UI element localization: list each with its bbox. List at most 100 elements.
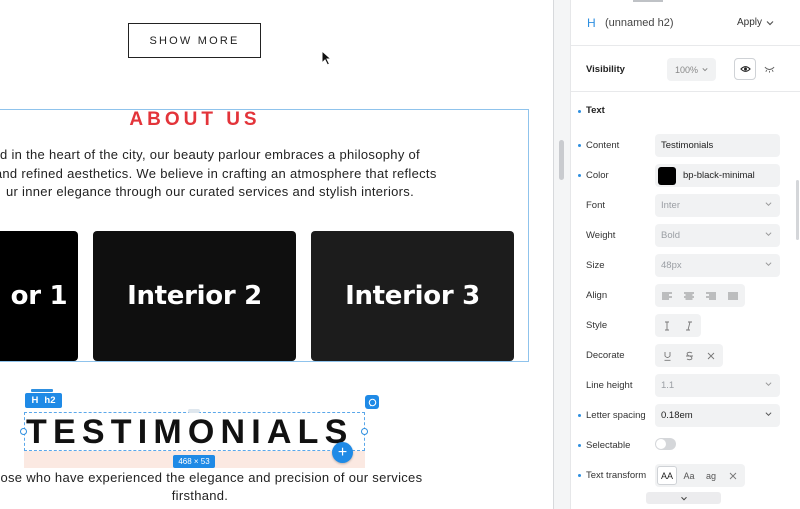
interior-card-2[interactable]: Interior 2 bbox=[93, 231, 296, 361]
section-dot bbox=[578, 110, 581, 113]
align-center-icon[interactable] bbox=[679, 286, 699, 305]
text-transform-label: Text transform bbox=[586, 470, 647, 481]
line-height-value: 1.1 bbox=[661, 380, 675, 391]
size-select[interactable]: 48px bbox=[655, 254, 780, 277]
apply-dropdown[interactable]: Apply bbox=[737, 17, 774, 28]
testimonials-paragraph[interactable]: n those who have experienced the eleganc… bbox=[0, 469, 510, 504]
set-property-dot bbox=[578, 174, 581, 177]
card-label: Interior 2 bbox=[127, 281, 262, 311]
panel-scrollbar[interactable] bbox=[796, 180, 799, 240]
element-name[interactable]: (unnamed h2) bbox=[605, 17, 674, 29]
align-left-icon[interactable] bbox=[657, 286, 677, 305]
content-label: Content bbox=[586, 140, 620, 151]
strikethrough-icon[interactable] bbox=[679, 346, 699, 365]
card-label: Interior 3 bbox=[345, 281, 480, 311]
font-label: Font bbox=[586, 200, 606, 211]
interior-card-3[interactable]: Interior 3 bbox=[311, 231, 514, 361]
text-transform-buttons: AA Aa ag bbox=[655, 464, 745, 487]
chevron-down-icon bbox=[765, 262, 772, 267]
chevron-down-icon bbox=[702, 68, 708, 72]
font-value: Inter bbox=[661, 200, 681, 211]
weight-label: Weight bbox=[586, 230, 616, 241]
size-indicator: 468 × 53 bbox=[173, 455, 215, 468]
selectable-toggle[interactable] bbox=[655, 438, 676, 450]
chevron-down-icon bbox=[765, 412, 772, 417]
size-value: 48px bbox=[661, 260, 682, 271]
chevron-down-icon bbox=[765, 382, 772, 387]
font-select[interactable]: Inter bbox=[655, 194, 780, 217]
align-label: Align bbox=[586, 290, 608, 301]
testimonial-line: firsthand. bbox=[171, 487, 229, 503]
design-canvas[interactable]: SHOW MORE ABOUT US d in the heart of the… bbox=[0, 0, 553, 509]
color-token: bp-black-minimal bbox=[683, 170, 755, 181]
expand-more-button[interactable] bbox=[646, 492, 721, 504]
align-right-icon[interactable] bbox=[701, 286, 721, 305]
set-property-dot bbox=[578, 474, 581, 477]
heading-icon: H bbox=[31, 395, 39, 406]
italic-icon[interactable] bbox=[679, 316, 699, 335]
eye-closed-icon[interactable] bbox=[758, 58, 780, 80]
close-icon[interactable] bbox=[723, 466, 743, 485]
element-type-badge[interactable]: H h2 bbox=[25, 393, 62, 408]
capitalize-option[interactable]: Aa bbox=[679, 466, 699, 485]
about-line: n and refined aesthetics. We believe in … bbox=[0, 165, 437, 181]
chevron-down-icon bbox=[765, 202, 772, 207]
set-property-dot bbox=[578, 144, 581, 147]
toggle-knob bbox=[656, 439, 666, 449]
style-buttons bbox=[655, 314, 701, 337]
testimonial-line: n those who have experienced the eleganc… bbox=[0, 470, 423, 485]
interior-card-1[interactable]: or 1 bbox=[0, 231, 78, 361]
apply-label: Apply bbox=[737, 17, 763, 28]
set-property-dot bbox=[578, 414, 581, 417]
align-justify-icon[interactable] bbox=[723, 286, 743, 305]
letter-spacing-select[interactable]: 0.18em bbox=[655, 404, 780, 427]
show-more-button[interactable]: SHOW MORE bbox=[128, 23, 261, 58]
comment-icon[interactable] bbox=[365, 395, 379, 409]
resize-handle-left[interactable] bbox=[20, 428, 27, 435]
color-label: Color bbox=[586, 170, 609, 181]
letter-spacing-value: 0.18em bbox=[661, 410, 693, 421]
about-line: d in the heart of the city, our beauty p… bbox=[0, 147, 420, 162]
testimonials-heading[interactable]: TESTIMONIALS bbox=[26, 412, 354, 452]
color-swatch bbox=[658, 166, 676, 185]
chevron-down-icon bbox=[765, 232, 772, 237]
lowercase-option[interactable]: ag bbox=[701, 466, 721, 485]
properties-panel: H (unnamed h2) Apply Visibility 100% Tex… bbox=[570, 0, 800, 509]
chevron-down-icon bbox=[766, 20, 774, 25]
scrollbar-thumb[interactable] bbox=[559, 140, 564, 180]
style-label: Style bbox=[586, 320, 608, 331]
about-line: ur inner elegance through our curated se… bbox=[5, 184, 414, 199]
uppercase-option[interactable]: AA bbox=[657, 466, 677, 485]
drag-handle[interactable] bbox=[31, 389, 53, 392]
opacity-select[interactable]: 100% bbox=[667, 58, 716, 81]
line-height-select[interactable]: 1.1 bbox=[655, 374, 780, 397]
weight-select[interactable]: Bold bbox=[655, 224, 780, 247]
canvas-scrollbar[interactable] bbox=[554, 0, 570, 509]
about-paragraph[interactable]: d in the heart of the city, our beauty p… bbox=[0, 146, 510, 202]
mouse-cursor-icon bbox=[321, 50, 333, 66]
text-section-title: Text bbox=[586, 105, 605, 116]
element-tag: h2 bbox=[44, 395, 56, 406]
size-label: Size bbox=[586, 260, 605, 271]
decorate-label: Decorate bbox=[586, 350, 625, 361]
heading-icon: H bbox=[587, 16, 596, 30]
color-picker[interactable]: bp-black-minimal bbox=[655, 164, 780, 187]
add-element-button[interactable]: + bbox=[332, 442, 353, 463]
visibility-label: Visibility bbox=[586, 64, 625, 75]
chevron-down-icon bbox=[680, 496, 687, 500]
opacity-value: 100% bbox=[674, 64, 699, 75]
selectable-label: Selectable bbox=[586, 440, 631, 451]
decorate-buttons bbox=[655, 344, 723, 367]
set-property-dot bbox=[578, 444, 581, 447]
close-icon[interactable] bbox=[701, 346, 721, 365]
text-cursor-icon[interactable] bbox=[657, 316, 677, 335]
underline-icon[interactable] bbox=[657, 346, 677, 365]
align-buttons bbox=[655, 284, 745, 307]
content-input[interactable]: Testimonials bbox=[655, 134, 780, 157]
resize-handle-right[interactable] bbox=[361, 428, 368, 435]
panel-header: H (unnamed h2) Apply bbox=[571, 0, 800, 46]
about-us-heading[interactable]: ABOUT US bbox=[0, 109, 390, 131]
line-height-label: Line height bbox=[586, 380, 633, 391]
eye-icon[interactable] bbox=[734, 58, 756, 80]
visibility-row: Visibility 100% bbox=[571, 46, 800, 92]
